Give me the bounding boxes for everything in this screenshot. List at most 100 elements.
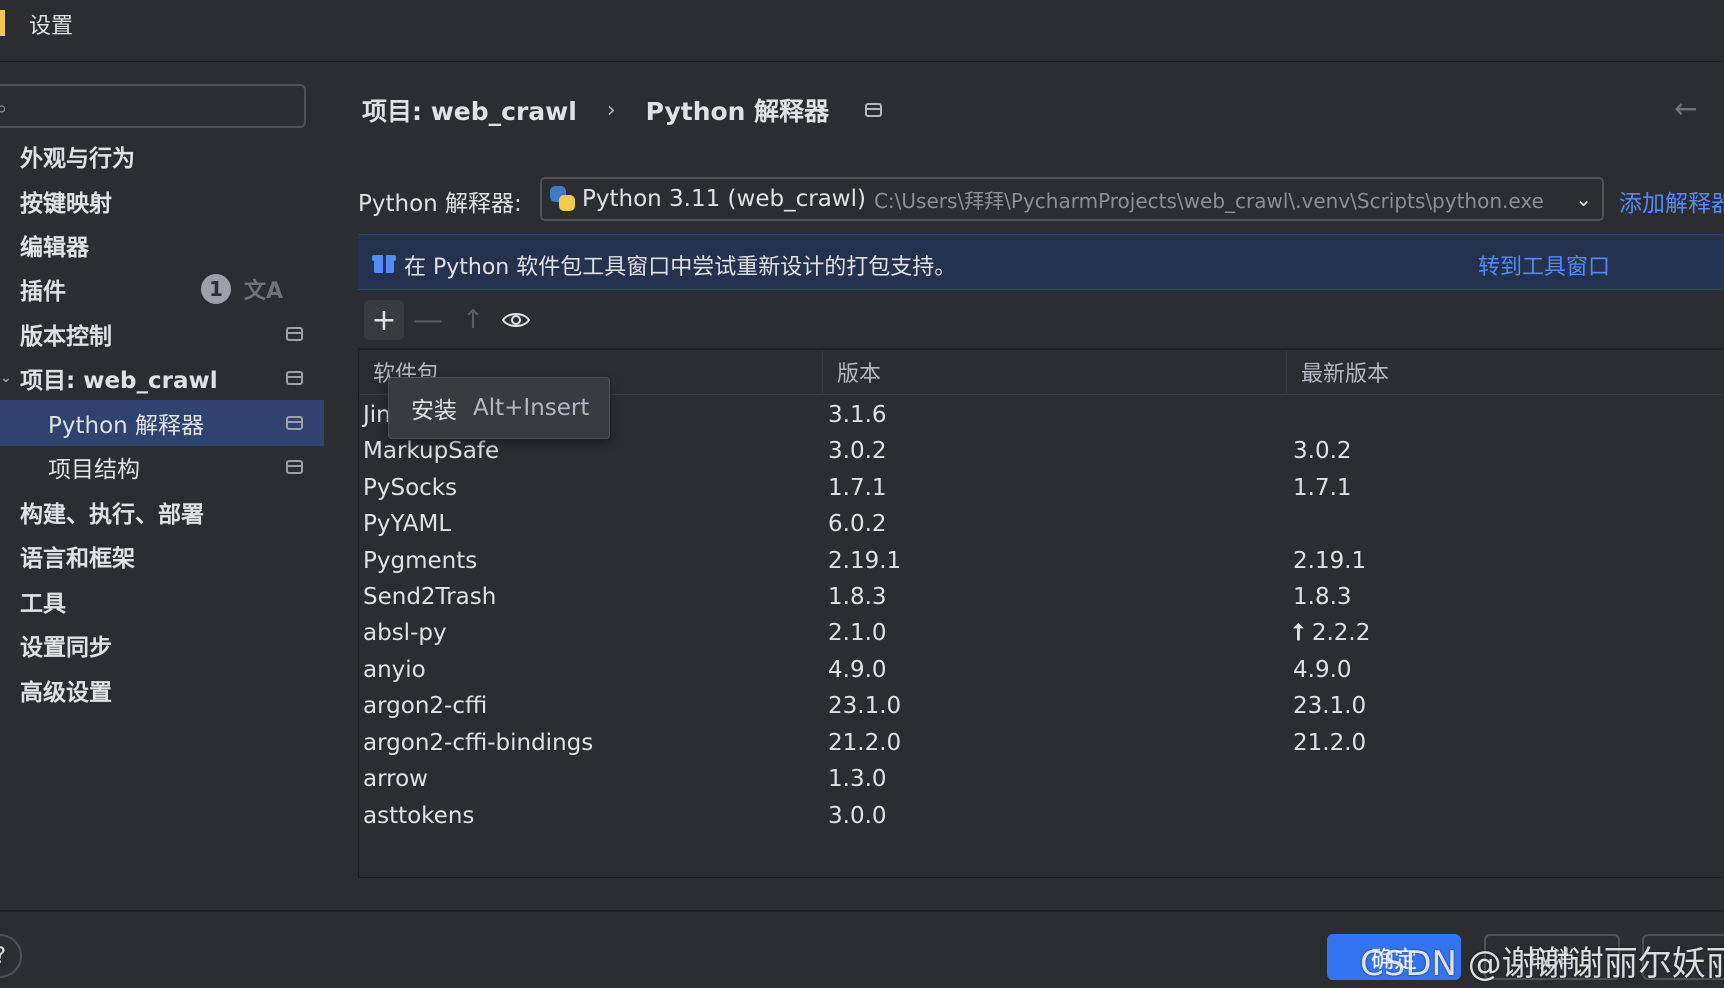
package-version: 3.0.0 bbox=[828, 803, 887, 829]
sidebar-item-label: 版本控制 bbox=[20, 324, 112, 350]
package-latest: 4.9.0 bbox=[1293, 657, 1352, 683]
project-scope-icon bbox=[286, 327, 303, 341]
back-arrow-icon[interactable]: ← bbox=[1674, 92, 1697, 125]
package-version: 1.8.3 bbox=[828, 584, 887, 610]
watermark: CSDN @谢谢谢丽尔妖丽 bbox=[1360, 944, 1724, 984]
table-row[interactable]: Pygments 2.19.1 2.19.1 bbox=[359, 542, 1724, 582]
sidebar-item-label: 项目: web_crawl bbox=[20, 368, 218, 394]
package-version: 6.0.2 bbox=[828, 511, 887, 537]
help-button[interactable]: ? bbox=[0, 934, 22, 978]
table-row[interactable]: anyio 4.9.0 4.9.0 bbox=[359, 651, 1724, 691]
package-version: 1.7.1 bbox=[828, 475, 887, 501]
python-logo-icon bbox=[550, 186, 576, 212]
package-latest: 23.1.0 bbox=[1293, 693, 1367, 719]
sidebar-item-project-structure[interactable]: 项目结构 bbox=[0, 444, 324, 490]
package-toolbar: + — ↑ bbox=[358, 294, 1724, 344]
sidebar-item-python-interpreter[interactable]: Python 解释器 bbox=[0, 400, 324, 446]
main-panel: 项目: web_crawl › Python 解释器 ← Python 解释器:… bbox=[324, 62, 1724, 910]
package-latest: 2.2.2 bbox=[1311, 620, 1371, 646]
column-header-latest[interactable]: 最新版本 bbox=[1287, 350, 1724, 394]
package-name: argon2-cffi-bindings bbox=[363, 730, 594, 756]
package-name: PyYAML bbox=[363, 511, 452, 537]
sidebar-item-tools[interactable]: 工具 bbox=[0, 578, 324, 624]
sidebar-item-languages[interactable]: 语言和框架 bbox=[0, 533, 324, 579]
sidebar-item-label: 外观与行为 bbox=[20, 146, 135, 172]
package-name: absl-py bbox=[363, 620, 447, 646]
sidebar-item-build[interactable]: 构建、执行、部署 bbox=[0, 489, 324, 535]
column-header-version[interactable]: 版本 bbox=[823, 350, 1287, 394]
tooltip-shortcut: Alt+Insert bbox=[473, 395, 590, 421]
plugins-count-badge: 1 bbox=[201, 274, 231, 304]
package-version: 4.9.0 bbox=[828, 657, 887, 683]
package-latest: 2.19.1 bbox=[1293, 548, 1367, 574]
package-version: 21.2.0 bbox=[828, 730, 902, 756]
package-name: arrow bbox=[363, 766, 428, 792]
breadcrumb: 项目: web_crawl › Python 解释器 bbox=[362, 92, 883, 128]
sidebar-item-label: 构建、执行、部署 bbox=[20, 502, 204, 528]
show-early-releases-button[interactable] bbox=[496, 300, 536, 340]
banner-text: 在 Python 软件包工具窗口中尝试重新设计的打包支持。 bbox=[404, 255, 957, 280]
sidebar-item-label: 设置同步 bbox=[20, 635, 112, 661]
table-row[interactable]: PySocks 1.7.1 1.7.1 bbox=[359, 469, 1724, 509]
chevron-down-icon: ⌄ bbox=[1575, 187, 1592, 211]
sidebar-item-plugins[interactable]: 插件 1 文A bbox=[0, 266, 324, 312]
interpreter-name: Python 3.11 (web_crawl) bbox=[582, 186, 866, 212]
project-scope-icon bbox=[865, 103, 883, 117]
package-name: asttokens bbox=[363, 803, 475, 829]
table-row[interactable]: argon2-cffi-bindings 21.2.0 21.2.0 bbox=[359, 724, 1724, 764]
package-latest-upgradable: ⭡ 2.2.2 bbox=[1293, 620, 1370, 646]
search-icon: ⌕ bbox=[0, 96, 8, 120]
package-name: anyio bbox=[363, 657, 426, 683]
install-package-button[interactable]: + bbox=[364, 300, 404, 340]
package-version: 2.19.1 bbox=[828, 548, 902, 574]
sidebar-item-settings-sync[interactable]: 设置同步 bbox=[0, 622, 324, 668]
sidebar-item-label: 工具 bbox=[20, 591, 66, 617]
table-row[interactable]: PyYAML 6.0.2 bbox=[359, 505, 1724, 545]
interpreter-path: C:\Users\拜拜\PycharmProjects\web_crawl\.v… bbox=[873, 188, 1544, 213]
package-version: 3.0.2 bbox=[828, 438, 887, 464]
package-version: 23.1.0 bbox=[828, 693, 902, 719]
info-banner: 在 Python 软件包工具窗口中尝试重新设计的打包支持。 转到工具窗口 bbox=[358, 234, 1724, 290]
tooltip-label: 安装 bbox=[411, 398, 457, 424]
package-latest: 1.7.1 bbox=[1293, 475, 1352, 501]
interpreter-select[interactable]: Python 3.11 (web_crawl) C:\Users\拜拜\Pych… bbox=[540, 177, 1604, 221]
breadcrumb-project[interactable]: 项目: web_crawl bbox=[362, 92, 577, 128]
window-title: 设置 bbox=[29, 14, 74, 39]
sidebar: ⌕ 外观与行为 按键映射 编辑器 插件 1 文A 版本控制 ⌄ 项目: web_… bbox=[0, 62, 324, 910]
sidebar-item-vcs[interactable]: 版本控制 bbox=[0, 311, 324, 357]
package-version: 2.1.0 bbox=[828, 620, 887, 646]
sidebar-item-advanced[interactable]: 高级设置 bbox=[0, 667, 324, 713]
sidebar-item-label: 语言和框架 bbox=[20, 546, 135, 572]
sidebar-item-appearance[interactable]: 外观与行为 bbox=[0, 133, 324, 179]
table-row[interactable]: absl-py 2.1.0 ⭡ 2.2.2 bbox=[359, 614, 1724, 654]
translate-icon: 文A bbox=[244, 279, 284, 304]
table-row[interactable]: argon2-cffi 23.1.0 23.1.0 bbox=[359, 687, 1724, 727]
uninstall-package-button[interactable]: — bbox=[408, 300, 448, 340]
package-name: argon2-cffi bbox=[363, 693, 488, 719]
package-latest: 3.0.2 bbox=[1293, 438, 1352, 464]
sidebar-item-label: 插件 bbox=[20, 279, 66, 305]
table-row[interactable]: arrow 1.3.0 bbox=[359, 760, 1724, 800]
upgrade-package-button[interactable]: ↑ bbox=[453, 300, 493, 340]
table-row[interactable]: asttokens 3.0.0 bbox=[359, 797, 1724, 837]
package-latest: 21.2.0 bbox=[1293, 730, 1367, 756]
sidebar-item-project[interactable]: ⌄ 项目: web_crawl bbox=[0, 355, 324, 401]
table-row[interactable]: Send2Trash 1.8.3 1.8.3 bbox=[359, 578, 1724, 618]
search-input[interactable]: ⌕ bbox=[0, 84, 306, 128]
chevron-down-icon[interactable]: ⌄ bbox=[0, 370, 12, 386]
upgrade-arrow-icon[interactable]: ⭡ bbox=[1293, 620, 1304, 646]
dialog-footer: ? 确定 取消 CSDN @谢谢谢丽尔妖丽 bbox=[0, 910, 1724, 988]
breadcrumb-page: Python 解释器 bbox=[645, 97, 830, 126]
project-scope-icon bbox=[286, 460, 303, 474]
sidebar-item-label: 按键映射 bbox=[20, 191, 112, 217]
interpreter-label: Python 解释器: bbox=[358, 191, 522, 217]
project-scope-icon bbox=[286, 416, 303, 430]
go-to-tool-window-link[interactable]: 转到工具窗口 bbox=[1478, 249, 1610, 281]
sidebar-item-editor[interactable]: 编辑器 bbox=[0, 222, 324, 268]
eye-icon bbox=[502, 313, 530, 327]
sidebar-item-label: 项目结构 bbox=[48, 457, 140, 483]
sidebar-item-keymap[interactable]: 按键映射 bbox=[0, 178, 324, 224]
package-name: PySocks bbox=[363, 475, 458, 501]
add-interpreter-link[interactable]: 添加解释器 bbox=[1619, 184, 1724, 218]
package-version: 3.1.6 bbox=[828, 402, 887, 428]
